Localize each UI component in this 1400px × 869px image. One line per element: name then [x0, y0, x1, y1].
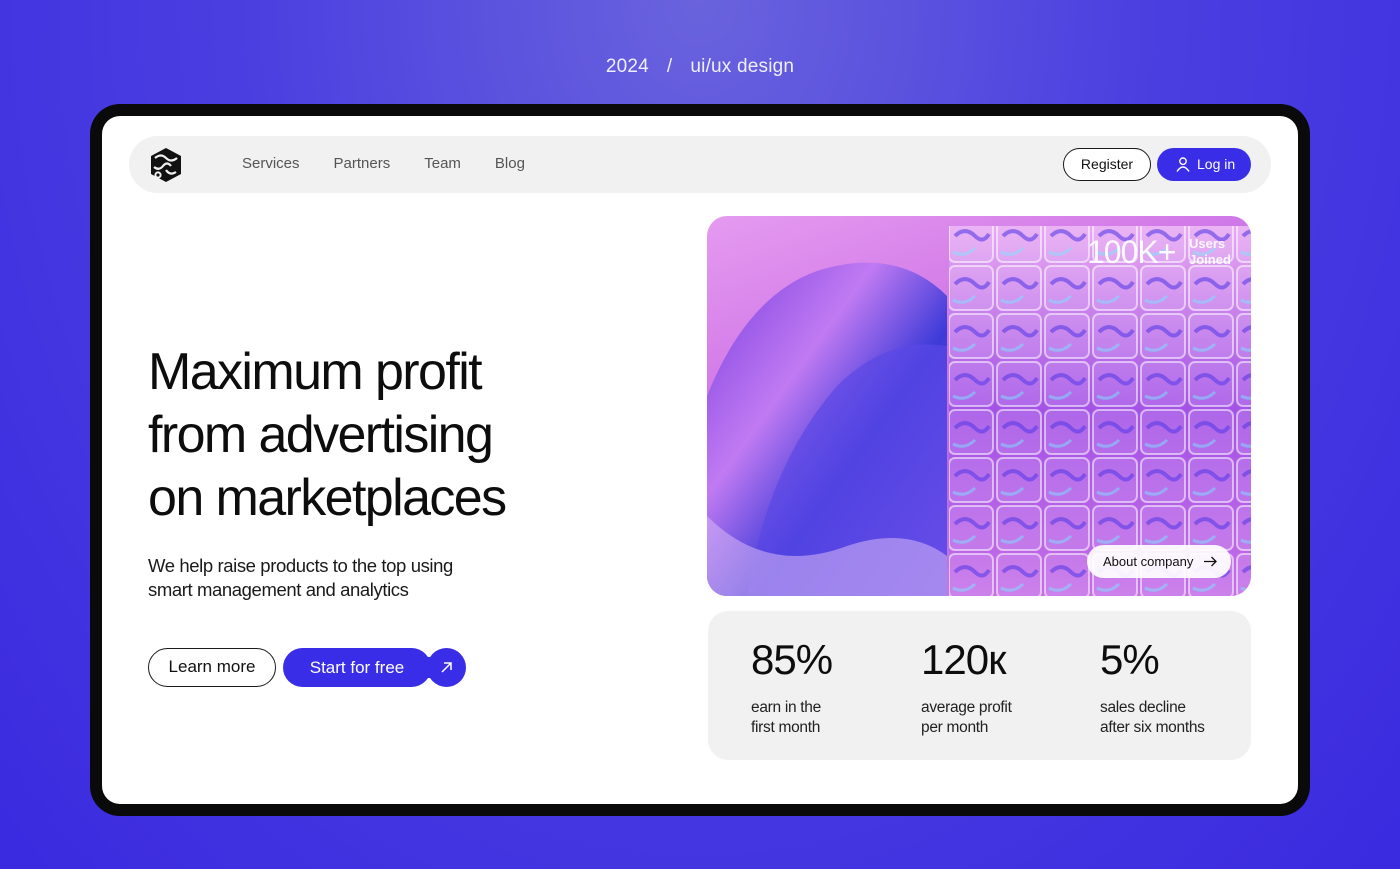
nav-link-team[interactable]: Team	[424, 155, 461, 172]
stat-label: sales decline after six months	[1100, 698, 1205, 738]
nav-links: Services Partners Team Blog	[242, 155, 559, 172]
users-label-line: Users	[1189, 236, 1226, 251]
users-label-line: Joined	[1189, 252, 1231, 267]
hero-subtext: We help raise products to the top using …	[148, 554, 478, 602]
start-arrow-button[interactable]	[427, 648, 466, 687]
navbar: Services Partners Team Blog Register Log…	[129, 136, 1271, 193]
stat-label-line: sales decline	[1100, 699, 1186, 716]
stat-value: 85%	[751, 636, 833, 683]
stat-label-line: per month	[921, 719, 989, 736]
page-caption: 2024 / ui/ux design	[0, 56, 1400, 78]
about-company-button[interactable]: About company	[1087, 545, 1231, 578]
caption-separator: /	[666, 56, 673, 77]
nav-link-blog[interactable]: Blog	[495, 155, 525, 172]
stat-label-line: first month	[751, 719, 821, 736]
stat-label: earn in the first month	[751, 698, 832, 738]
stat-value: 120к	[921, 636, 1006, 683]
nav-link-partners[interactable]: Partners	[334, 155, 391, 172]
stats-panel: 85% earn in the first month 120к average…	[708, 611, 1251, 760]
subtext-line: smart management and analytics	[148, 579, 409, 600]
headline-line: from advertising	[148, 406, 494, 464]
subtext-line: We help raise products to the top using	[148, 555, 453, 576]
caption-category: ui/ux design	[690, 56, 795, 77]
stat-label-line: average profit	[921, 699, 1012, 716]
logo-icon[interactable]	[147, 146, 185, 184]
users-label: Users Joined	[1189, 236, 1249, 268]
about-company-label: About company	[1103, 554, 1194, 569]
stat-item: 120к average profit per month	[921, 635, 1012, 738]
hero-headline: Maximum profit from advertising on marke…	[148, 341, 568, 530]
stat-value: 5%	[1100, 636, 1160, 683]
start-for-free-button[interactable]: Start for free	[283, 648, 431, 687]
stat-item: 85% earn in the first month	[751, 635, 833, 738]
device-frame: Services Partners Team Blog Register Log…	[90, 104, 1310, 816]
headline-line: on marketplaces	[148, 469, 507, 527]
caption-year: 2024	[605, 56, 649, 77]
login-label: Log in	[1197, 156, 1236, 172]
stat-item: 5% sales decline after six months	[1100, 635, 1205, 738]
hero-image-card: 100K+ Users Joined About company	[707, 216, 1251, 596]
stat-label-line: earn in the	[751, 699, 821, 716]
headline-line: Maximum profit	[148, 343, 483, 401]
login-button[interactable]: Log in	[1157, 148, 1251, 181]
arrow-right-icon	[1204, 556, 1217, 567]
users-count: 100K+	[1087, 234, 1176, 270]
stat-label-line: after six months	[1100, 719, 1205, 736]
learn-more-button[interactable]: Learn more	[148, 648, 276, 687]
register-button[interactable]: Register	[1063, 148, 1151, 181]
stat-label: average profit per month	[921, 698, 1012, 738]
user-icon	[1176, 157, 1190, 172]
abstract-3d-image	[707, 226, 1251, 596]
nav-link-services[interactable]: Services	[242, 155, 300, 172]
arrow-up-right-icon	[441, 662, 452, 673]
website-screen: Services Partners Team Blog Register Log…	[102, 116, 1298, 804]
